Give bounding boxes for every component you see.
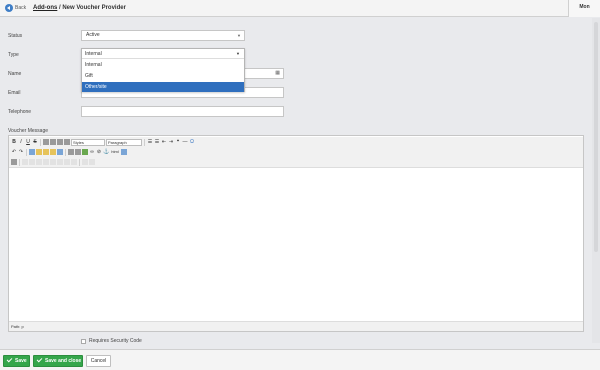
tab-mon[interactable]: Mon (568, 0, 600, 17)
undo-icon[interactable]: ↶ (11, 149, 17, 155)
name-label: Name (8, 71, 22, 77)
col-after-icon[interactable] (64, 159, 70, 165)
blockquote-icon[interactable]: ❝ (175, 139, 181, 145)
underline-icon[interactable]: U (25, 139, 31, 145)
styles-select-label: Styles (73, 139, 84, 145)
cancel-button[interactable]: Cancel (86, 355, 111, 367)
html-source-icon[interactable]: html (110, 149, 120, 155)
type-option-internal[interactable]: Internal (82, 60, 244, 70)
indent-icon[interactable]: ⇥ (168, 139, 174, 145)
telephone-label: Telephone (8, 109, 32, 115)
breadcrumb: Add-ons / New Voucher Provider (33, 5, 126, 11)
table-props-icon[interactable] (22, 159, 28, 165)
save-button[interactable]: Save (3, 355, 30, 367)
paragraph-select[interactable]: Paragraph (106, 138, 142, 146)
security-code-checkbox[interactable] (81, 338, 86, 344)
rich-text-editor: B I U S Styles Paragraph ☰ ☰ ⇤ ⇥ ❝ — Ω ↶… (8, 135, 584, 332)
align-left-icon[interactable] (43, 139, 49, 145)
redo-icon[interactable]: ↷ (18, 149, 24, 155)
type-dropdown[interactable]: Internal ▼ Internal Gift Other/site (81, 48, 245, 92)
back-button[interactable]: Back (5, 4, 26, 12)
bold-icon[interactable]: B (11, 139, 17, 145)
special-char-icon[interactable]: Ω (189, 139, 195, 145)
footer-bar: Save Save and close Cancel (0, 349, 600, 370)
save-label: Save (15, 358, 27, 364)
cut-icon[interactable] (29, 149, 35, 155)
type-label: Type (8, 52, 19, 58)
voucher-message-label: Voucher Message (8, 128, 49, 134)
chevron-down-icon: ▼ (237, 33, 241, 38)
type-option-other-site[interactable]: Other/site (82, 82, 244, 92)
align-right-icon[interactable] (57, 139, 63, 145)
toolbar-divider (40, 138, 41, 146)
back-label: Back (15, 5, 27, 11)
delete-row-icon[interactable] (50, 159, 56, 165)
chevron-down-icon: ▼ (236, 51, 240, 56)
toolbar-divider (144, 138, 145, 146)
paste-icon[interactable] (43, 149, 49, 155)
horizontal-rule-icon[interactable]: — (182, 139, 188, 145)
telephone-field[interactable] (81, 106, 284, 117)
editor-toolbar-row-1: B I U S Styles Paragraph ☰ ☰ ⇤ ⇥ ❝ — Ω (9, 137, 583, 147)
fullscreen-icon[interactable] (121, 149, 127, 155)
outdent-icon[interactable]: ⇤ (161, 139, 167, 145)
check-icon (36, 356, 43, 363)
paste-word-icon[interactable] (57, 149, 63, 155)
toolbar-divider (19, 158, 20, 166)
paragraph-select-label: Paragraph (108, 139, 127, 145)
status-select[interactable]: Active ▼ (81, 30, 245, 41)
email-label: Email (8, 90, 21, 96)
grid-icon[interactable]: ▦ (275, 69, 280, 78)
requires-security-code[interactable]: Requires Security Code (81, 338, 142, 344)
row-after-icon[interactable] (43, 159, 49, 165)
media-icon[interactable] (82, 149, 88, 155)
status-label: Status (8, 33, 23, 39)
back-arrow-icon (5, 4, 13, 12)
merge-cells-icon[interactable] (89, 159, 95, 165)
status-value: Active (86, 32, 100, 38)
save-and-close-label: Save and close (45, 358, 82, 364)
row-before-icon[interactable] (36, 159, 42, 165)
editor-toolbar-row-2: ↶ ↷ ∞ ⊘ ⚓ html (9, 147, 583, 157)
security-code-label: Requires Security Code (89, 338, 142, 344)
align-justify-icon[interactable] (64, 139, 70, 145)
align-center-icon[interactable] (50, 139, 56, 145)
editor-path-label: Path: p (11, 324, 24, 329)
type-value: Internal (85, 51, 102, 57)
paste-text-icon[interactable] (50, 149, 56, 155)
toolbar-divider (26, 148, 27, 156)
table-icon[interactable] (68, 149, 74, 155)
toolbar-divider (65, 148, 66, 156)
image-icon[interactable] (75, 149, 81, 155)
toolbar-divider (79, 158, 80, 166)
split-cells-icon[interactable] (82, 159, 88, 165)
strikethrough-icon[interactable]: S (32, 139, 38, 145)
styles-select[interactable]: Styles (71, 138, 105, 146)
breadcrumb-addons-link[interactable]: Add-ons (33, 5, 57, 11)
insert-row-icon[interactable] (11, 159, 17, 165)
editor-toolbar-row-3 (9, 157, 583, 167)
delete-col-icon[interactable] (71, 159, 77, 165)
link-icon[interactable]: ∞ (89, 149, 95, 155)
col-before-icon[interactable] (57, 159, 63, 165)
page-title: New Voucher Provider (62, 5, 126, 11)
scrollbar-thumb[interactable] (594, 22, 598, 252)
save-and-close-button[interactable]: Save and close (33, 355, 83, 367)
anchor-icon[interactable]: ⚓ (103, 149, 109, 155)
unlink-icon[interactable]: ⊘ (96, 149, 102, 155)
bullet-list-icon[interactable]: ☰ (147, 139, 153, 145)
cell-props-icon[interactable] (29, 159, 35, 165)
top-bar: Back Add-ons / New Voucher Provider Mon (0, 0, 600, 17)
editor-content-area[interactable] (9, 167, 583, 323)
type-select[interactable]: Internal ▼ (82, 49, 244, 59)
italic-icon[interactable]: I (18, 139, 24, 145)
type-option-gift[interactable]: Gift (82, 71, 244, 81)
numbered-list-icon[interactable]: ☰ (154, 139, 160, 145)
check-icon (6, 356, 13, 363)
editor-path-bar: Path: p (9, 321, 583, 331)
copy-icon[interactable] (36, 149, 42, 155)
cancel-label: Cancel (90, 358, 107, 364)
